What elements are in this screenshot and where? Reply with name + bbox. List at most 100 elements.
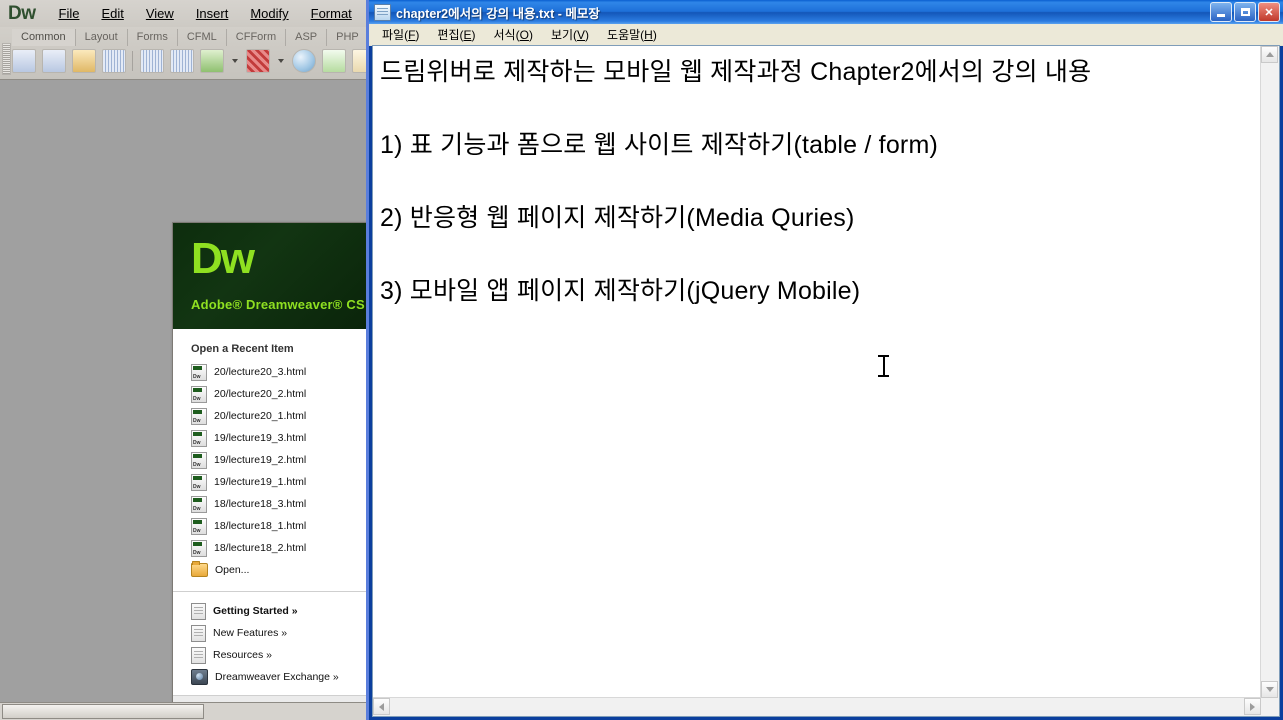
widget-icon[interactable] (292, 49, 316, 73)
menu-edit[interactable]: 편집(E) (428, 24, 484, 45)
chevron-left-icon (379, 702, 384, 711)
menu-format[interactable]: 서식(O) (485, 24, 542, 45)
dw-menu-insert[interactable]: Insert (185, 3, 240, 24)
table-icon[interactable] (140, 49, 164, 73)
recent-items-heading: Open a Recent Item (191, 343, 294, 355)
menu-format-label: 서식( (493, 28, 520, 42)
menu-edit-tail: ) (471, 28, 476, 42)
scroll-left-button[interactable] (373, 698, 390, 715)
open-file-item[interactable]: Open... (191, 559, 369, 581)
insert-tab-common[interactable]: Common (12, 29, 76, 46)
recent-item[interactable]: 18/lecture18_1.html (191, 515, 369, 537)
text-line-blank (380, 164, 1255, 201)
date-icon[interactable] (322, 49, 346, 73)
welcome-logo: Dw (191, 234, 255, 283)
recent-item[interactable]: 20/lecture20_2.html (191, 383, 369, 405)
recent-item-label: 20/lecture20_2.html (214, 388, 307, 400)
welcome-links-list: Getting Started » New Features » Resourc… (173, 592, 369, 694)
menu-view[interactable]: 보기(V) (542, 24, 598, 45)
getting-started-link[interactable]: Getting Started » (191, 600, 369, 622)
text-line-blank (380, 91, 1255, 128)
getting-started-label: Getting Started » (213, 605, 298, 617)
dreamweaver-logo: Dw (8, 2, 36, 24)
dreamweaver-file-icon (191, 451, 207, 469)
dreamweaver-hscroll-thumb[interactable] (2, 704, 204, 719)
folder-icon (191, 561, 208, 577)
insert-tab-asp[interactable]: ASP (286, 29, 328, 46)
dw-menu-view[interactable]: View (135, 3, 185, 24)
recent-item-label: 20/lecture20_1.html (214, 410, 307, 422)
notepad-text-area[interactable]: 드림위버로 제작하는 모바일 웹 제작과정 Chapter2에서의 강의 내용 … (373, 46, 1261, 698)
close-button[interactable]: ✕ (1258, 2, 1280, 22)
insert-tab-forms[interactable]: Forms (128, 29, 178, 46)
page-icon (191, 624, 206, 642)
dw-menu-modify[interactable]: Modify (239, 3, 299, 24)
insert-bar-tabs: Common Layout Forms CFML CFForm ASP PHP (12, 28, 369, 46)
menu-file[interactable]: 파일(F) (373, 24, 428, 45)
dreamweaver-file-icon (191, 407, 207, 425)
menu-view-tail: ) (585, 28, 590, 42)
maximize-icon (1240, 8, 1250, 16)
menu-format-accel: O (519, 28, 529, 42)
welcome-banner: Dw Adobe® Dreamweaver® CS (173, 223, 369, 329)
notepad-title-bar[interactable]: chapter2에서의 강의 내용.txt - 메모장 ✕ (369, 0, 1283, 24)
recent-item-label: 19/lecture19_3.html (214, 432, 307, 444)
horizontal-rule-icon[interactable] (102, 49, 126, 73)
recent-item[interactable]: 18/lecture18_2.html (191, 537, 369, 559)
named-anchor-icon[interactable] (72, 49, 96, 73)
insert-tab-cfml[interactable]: CFML (178, 29, 227, 46)
insert-div-tag-icon[interactable] (170, 49, 194, 73)
insert-tab-layout[interactable]: Layout (76, 29, 128, 46)
welcome-product-name: Adobe® Dreamweaver® CS (191, 297, 365, 312)
recent-item-label: 18/lecture18_2.html (214, 542, 307, 554)
resources-label: Resources » (213, 649, 272, 661)
menu-help[interactable]: 도움말(H) (598, 24, 666, 45)
dw-menu-insert-label: Insert (195, 6, 229, 21)
minimize-icon (1217, 14, 1225, 17)
recent-item[interactable]: 19/lecture19_2.html (191, 449, 369, 471)
hyperlink-icon[interactable] (12, 49, 36, 73)
recent-item[interactable]: 19/lecture19_1.html (191, 471, 369, 493)
scroll-up-button[interactable] (1261, 46, 1278, 63)
menu-view-label: 보기( (550, 28, 578, 42)
image-icon[interactable] (200, 49, 224, 73)
scroll-down-button[interactable] (1261, 681, 1278, 698)
menu-edit-accel: E (463, 28, 472, 42)
dreamweaver-file-icon (191, 539, 207, 557)
new-features-label: New Features » (213, 627, 288, 639)
insert-bar-drag-handle[interactable] (2, 43, 11, 75)
recent-item[interactable]: 20/lecture20_3.html (191, 361, 369, 383)
menu-file-tail: ) (415, 28, 420, 42)
insert-tab-php[interactable]: PHP (327, 29, 369, 46)
dreamweaver-file-icon (191, 429, 207, 447)
notepad-icon (374, 3, 391, 21)
recent-items-list: 20/lecture20_3.html 20/lecture20_2.html … (173, 361, 369, 587)
toolbar-divider (132, 51, 134, 71)
dw-menu-format[interactable]: Format (300, 3, 363, 24)
recent-item[interactable]: 20/lecture20_1.html (191, 405, 369, 427)
image-dropdown-icon[interactable] (232, 59, 238, 63)
notepad-horizontal-scrollbar[interactable] (373, 697, 1261, 716)
text-line: 1) 표 기능과 폼으로 웹 사이트 제작하기(table / form) (380, 131, 939, 159)
scroll-right-button[interactable] (1244, 698, 1261, 715)
notepad-vertical-scrollbar[interactable] (1260, 46, 1279, 698)
recent-item[interactable]: 18/lecture18_3.html (191, 493, 369, 515)
media-dropdown-icon[interactable] (278, 59, 284, 63)
dreamweaver-file-icon (191, 495, 207, 513)
chevron-right-icon (1250, 702, 1255, 711)
resources-link[interactable]: Resources » (191, 644, 369, 666)
dreamweaver-exchange-link[interactable]: Dreamweaver Exchange » (191, 666, 369, 688)
maximize-button[interactable] (1234, 2, 1256, 22)
insert-tab-cfform[interactable]: CFForm (227, 29, 287, 46)
menu-edit-label: 편집( (437, 28, 464, 42)
minimize-button[interactable] (1210, 2, 1232, 22)
menu-file-label: 파일( (382, 28, 409, 42)
dw-menu-file[interactable]: File (48, 3, 91, 24)
recent-item[interactable]: 19/lecture19_3.html (191, 427, 369, 449)
email-link-icon[interactable] (42, 49, 66, 73)
chevron-down-icon (1265, 687, 1274, 692)
media-icon[interactable] (246, 49, 270, 73)
new-features-link[interactable]: New Features » (191, 622, 369, 644)
dw-menu-edit[interactable]: Edit (90, 3, 134, 24)
page-icon (191, 646, 206, 664)
